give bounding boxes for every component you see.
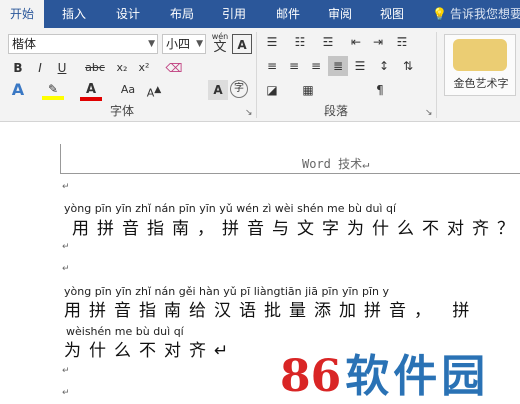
watermark-char: 6 [310,351,342,402]
highlight-color-button[interactable]: ✎ [42,82,64,102]
tell-me-label: 告诉我您想要 [449,7,520,21]
numbering-icon[interactable]: ☷ [290,32,310,52]
watermark-text: 86软件园 [280,340,485,404]
font-group-label: 字体 [110,104,135,118]
paragraph-mark: ↵ [62,366,70,376]
document-page[interactable]: Word 技术↵ ↵ yòng pīn yīn zhǐ nán pīn yīn … [0,122,520,402]
font-name-box[interactable]: 楷体 ▼ [8,34,158,54]
paragraph-mark: ↵ [62,182,70,192]
tab-references[interactable]: 引用 [212,0,256,28]
paragraph-mark: ↵ [62,388,70,398]
align-left-icon[interactable]: ≡ [262,56,282,76]
character-shading-button[interactable]: A [208,80,228,100]
grow-font-icon[interactable]: A▲ [144,80,164,100]
phonetic-guide-button[interactable]: wén 文 [210,32,230,55]
tab-layout[interactable]: 布局 [160,0,204,28]
font-size-value: 小四 [166,37,191,51]
enclose-characters-button[interactable]: 字 [230,80,248,98]
ribbon-tab-bar: 开始 插入 设计 布局 引用 邮件 审阅 视图 💡 告诉我您想要 [0,0,520,28]
shading-icon[interactable]: ◪ [262,80,282,100]
group-divider [256,32,257,118]
sort-icon[interactable]: ⇅ [398,56,418,76]
text-line-2: 用拼音指南给汉语批量添加拼音， 拼 [64,301,478,321]
font-name-value: 楷体 [12,37,37,51]
dialog-launcher-icon[interactable]: ↘ [425,108,433,118]
superscript-button[interactable]: x² [134,58,154,78]
font-size-box[interactable]: 小四 ▼ [162,34,206,54]
decrease-indent-icon[interactable]: ⇤ [346,32,366,52]
text-line-3: 为什么不对齐↵ [64,341,237,361]
wordart-label: 金色艺术字 [453,77,509,90]
group-divider [436,32,437,118]
paragraph-group-label: 段落 [324,104,349,118]
chinese-layout-icon[interactable]: ☶ [392,32,412,52]
multilevel-list-icon[interactable]: ☲ [318,32,338,52]
tab-home[interactable]: 开始 [0,0,44,28]
clear-formatting-icon[interactable]: ⌫ [164,58,184,78]
ribbon-panel: 楷体 ▼ 小四 ▼ wén 文 A B I U abc x₂ x² ⌫ A ✎ A A… [0,28,520,122]
font-color-icon: A [85,82,97,97]
chevron-down-icon[interactable]: ▼ [196,35,203,53]
font-color-button[interactable]: A [80,82,102,102]
watermark-char: 件 [393,351,438,402]
line-spacing-icon[interactable]: ↕ [374,56,394,76]
borders-icon[interactable]: ▦ [298,80,318,100]
justify-icon[interactable]: ≣ [328,56,348,76]
character-border-label: A [237,38,247,52]
header-text: Word 技术↵ [302,157,370,171]
margin-guide [60,144,61,174]
change-case-icon[interactable]: Aa [118,80,138,100]
lightbulb-icon: 💡 [432,7,447,21]
text-effects-icon[interactable]: A [8,80,28,100]
paragraph-mark: ↵ [62,264,70,274]
subscript-button[interactable]: x₂ [112,58,132,78]
increase-indent-icon[interactable]: ⇥ [368,32,388,52]
strikethrough-button[interactable]: abc [82,58,108,78]
tab-design[interactable]: 设计 [106,0,150,28]
paragraph-mark: ↵ [62,242,70,252]
chevron-down-icon[interactable]: ▼ [148,35,155,53]
italic-button[interactable]: I [30,58,50,78]
watermark-char: 8 [280,351,311,402]
tell-me-box[interactable]: 💡 告诉我您想要 [432,0,520,28]
text-line-1: 用拼音指南，拼音与文字为什么不对齐？↵ [72,219,520,239]
watermark-char: 软 [345,351,390,402]
dialog-launcher-icon[interactable]: ↘ [245,108,253,118]
highlighter-icon: ✎ [47,82,59,96]
gold-wordart-icon [453,39,507,71]
align-center-icon[interactable]: ≡ [284,56,304,76]
align-right-icon[interactable]: ≡ [306,56,326,76]
bullets-icon[interactable]: ☰ [262,32,282,52]
tab-view[interactable]: 视图 [370,0,414,28]
bold-button[interactable]: B [8,58,28,78]
tab-insert[interactable]: 插入 [52,0,96,28]
show-marks-icon[interactable]: ¶ [370,80,390,100]
wordart-style-button[interactable]: 金色艺术字 [444,34,516,96]
watermark: 86软件园 [272,336,520,402]
distributed-icon[interactable]: ☰ [350,56,370,76]
tab-review[interactable]: 审阅 [318,0,362,28]
watermark-char: 园 [441,351,486,402]
page-header: Word 技术↵ [60,152,520,174]
tab-mailings[interactable]: 邮件 [266,0,310,28]
character-border-button[interactable]: A [232,34,252,54]
underline-button[interactable]: U [52,58,72,78]
